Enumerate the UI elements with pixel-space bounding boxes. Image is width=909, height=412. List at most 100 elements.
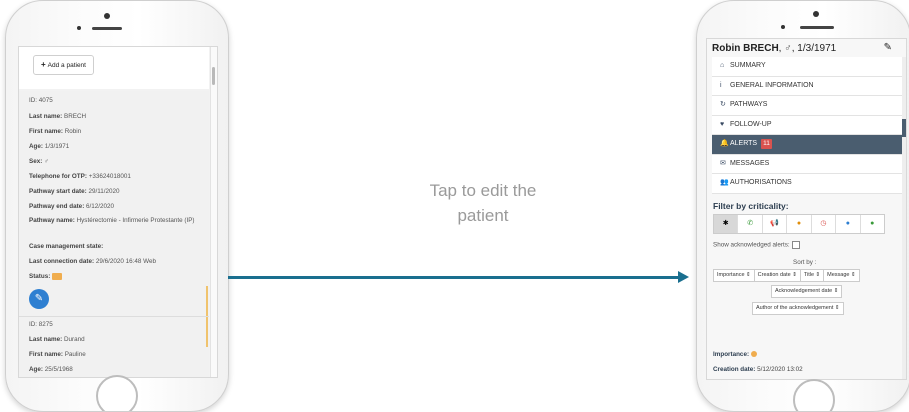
status-stripe [206, 286, 208, 316]
transition-arrow [228, 276, 680, 279]
first-name-label: First name: [29, 128, 63, 135]
scroll-thumb[interactable] [902, 119, 906, 137]
start-date-label: Pathway start date: [29, 188, 87, 195]
creation-date-value: 5/12/2020 13:02 [757, 366, 803, 373]
menu-item-messages[interactable]: ✉ MESSAGES [712, 154, 902, 174]
menu-label: AUTHORISATIONS [730, 179, 792, 186]
menu-item-authorisations[interactable]: 👥AUTHORISATIONS [712, 174, 902, 194]
age-value: 1/3/1971 [44, 143, 70, 150]
patient-card[interactable]: ID: 4075 Last name: BRECH First name: Ro… [19, 91, 209, 316]
camera-icon [813, 11, 819, 17]
sort-title-button[interactable]: Title ⇕ [801, 270, 825, 281]
plus-icon: + [41, 60, 46, 69]
pathway-value: Hystérectomie - Infirmerie Protestante (… [76, 217, 195, 224]
patient-card[interactable]: ID: 8275 Last name: Durand First name: P… [19, 317, 209, 377]
last-name-label: Last name: [29, 113, 63, 120]
speaker-grille [92, 27, 122, 30]
case-state-row: Case management state: [29, 243, 103, 250]
start-date-row: Pathway start date: 29/11/2020 [29, 188, 120, 195]
menu-label: FOLLOW-UP [730, 120, 772, 128]
last-name-value: Durand [64, 336, 85, 343]
first-name-label: First name: [29, 351, 63, 358]
scroll-thumb[interactable] [212, 67, 215, 85]
sex-row: Sex: ♂ [29, 158, 49, 165]
patient-header: Robin BRECH, ♂, 1/3/1971 [712, 43, 837, 54]
megaphone-icon[interactable]: 📢 [763, 215, 788, 233]
show-acknowledged-row: Show acknowledged alerts: [713, 241, 800, 249]
pathways-icon: ↻ [720, 101, 726, 108]
sex-label: Sex: [29, 158, 43, 165]
last-connection-label: Last connection date: [29, 258, 95, 265]
left-phone-frame: + Add a patient ID: 4075 Last name: BRECH… [5, 0, 229, 412]
end-date-value: 6/12/2020 [86, 203, 115, 210]
phone-icon[interactable]: ✆ [738, 215, 763, 233]
menu-label: ALERTS [730, 140, 758, 147]
clock-icon[interactable]: ◷ [812, 215, 837, 233]
male-icon: ♂ [44, 158, 49, 165]
caption-line-1: Tap to edit the [429, 181, 537, 200]
chat-icon[interactable]: ● [861, 215, 884, 233]
bell-icon: 🔔 [720, 140, 729, 147]
add-patient-button[interactable]: + Add a patient [33, 55, 94, 75]
patient-name: Robin BRECH [712, 43, 779, 54]
male-icon: ♂ [784, 43, 792, 54]
start-date-value: 29/11/2020 [88, 188, 120, 195]
messages-icon: ✉ [720, 159, 726, 167]
edit-patient-button[interactable]: ✎ [29, 289, 49, 309]
info-circle-icon[interactable]: ● [836, 215, 861, 233]
show-acknowledged-checkbox[interactable] [791, 241, 800, 249]
menu-item-follow-up[interactable]: ♥ FOLLOW-UP [712, 115, 902, 135]
right-phone-frame: Robin BRECH, ♂, 1/3/1971 ✎ ⌂ SUMMARY i GEN… [696, 0, 909, 412]
warning-icon [750, 351, 757, 358]
last-name-row: Last name: BRECH [29, 113, 86, 120]
arrow-head-icon [678, 271, 689, 283]
first-name-value: Robin [64, 128, 82, 135]
sort-row-1: Importance ⇕ Creation date ⇕ Title ⇕ Mes… [713, 269, 860, 282]
sort-message-button[interactable]: Message ⇕ [824, 270, 858, 281]
pathway-label: Pathway name: [29, 217, 75, 224]
age-value: 25/5/1968 [44, 366, 73, 373]
sort-creation-date-button[interactable]: Creation date ⇕ [755, 270, 801, 281]
home-button[interactable] [793, 379, 835, 411]
sort-row-2: Acknowledgement date ⇕ [771, 285, 843, 298]
warning-circle-icon[interactable]: ● [787, 215, 812, 233]
tap-to-edit-caption: Tap to edit the patient [378, 178, 588, 228]
sort-importance-button[interactable]: Importance ⇕ [714, 270, 755, 281]
menu-item-summary[interactable]: ⌂ SUMMARY [712, 57, 902, 77]
pathway-row: Pathway name: Hystérectomie - Infirmerie… [29, 217, 207, 226]
users-icon: 👥 [720, 179, 729, 186]
age-label: Age: [29, 366, 43, 373]
otp-value: +33624018001 [88, 173, 131, 180]
detail-scrollbar[interactable] [902, 57, 906, 379]
menu-item-pathways[interactable]: ↻ PATHWAYS [712, 96, 902, 116]
first-name-row: First name: Robin [29, 128, 81, 135]
first-name-row: First name: Pauline [29, 351, 86, 358]
menu-item-general-information[interactable]: i GENERAL INFORMATION [712, 76, 902, 96]
patient-detail-screen: Robin BRECH, ♂, 1/3/1971 ✎ ⌂ SUMMARY i GEN… [706, 38, 907, 380]
speaker-grille [800, 26, 834, 29]
info-icon: i [720, 81, 722, 89]
menu-label: GENERAL INFORMATION [730, 81, 814, 89]
last-connection-row: Last connection date: 29/6/2020 16:48 We… [29, 258, 156, 265]
menu-item-alerts[interactable]: 🔔ALERTS 11 [712, 135, 902, 155]
age-row: Age: 1/3/1971 [29, 143, 69, 150]
importance-label: Importance: [713, 351, 750, 358]
caption-line-2: patient [457, 206, 509, 225]
pencil-icon: ✎ [34, 293, 44, 304]
sort-ack-author-button[interactable]: Author of the acknowledgement ⇕ [753, 303, 843, 314]
status-badge [52, 273, 63, 280]
criticality-filter: ✱ ✆ 📢 ● ◷ ● ● [713, 214, 885, 234]
add-patient-label: Add a patient [47, 62, 86, 69]
end-date-row: Pathway end date: 6/12/2020 [29, 203, 114, 210]
list-scrollbar[interactable] [210, 47, 217, 377]
sort-acknowledgement-date-button[interactable]: Acknowledgement date ⇕ [772, 286, 841, 297]
alerts-count-badge: 11 [761, 139, 772, 149]
connection-source: Web [143, 258, 156, 265]
sensor-dot [77, 26, 81, 30]
home-button[interactable] [96, 375, 138, 411]
all-criticality-icon[interactable]: ✱ [714, 215, 739, 233]
patient-dob: 1/3/1971 [797, 43, 837, 54]
edit-pencil-icon[interactable]: ✎ [884, 42, 892, 53]
creation-date-row: Creation date: 5/12/2020 13:02 [713, 366, 803, 373]
age-row: Age: 25/5/1968 [29, 366, 73, 373]
